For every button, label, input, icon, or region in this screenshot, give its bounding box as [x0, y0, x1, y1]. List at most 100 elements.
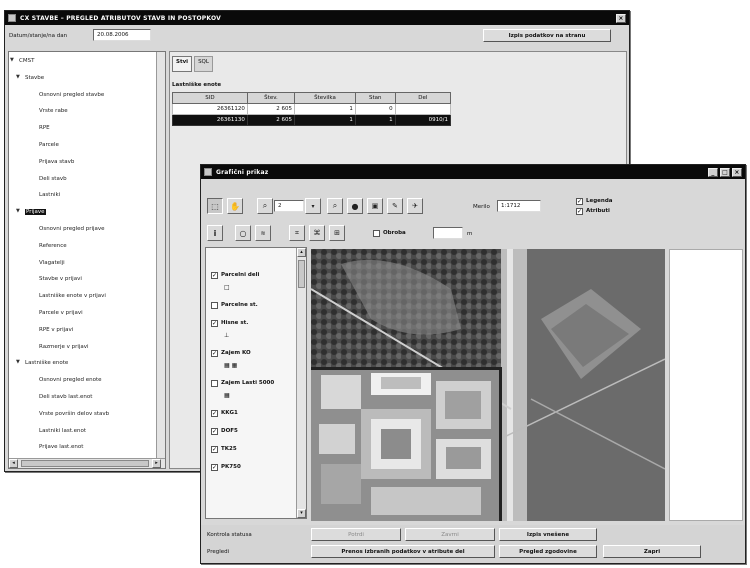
zavrni-button[interactable]: Zavrni [405, 528, 495, 541]
tool-c-icon[interactable]: ⊞ [329, 225, 345, 241]
tree-toggle-icon[interactable]: ▼ [16, 208, 20, 214]
column-header[interactable]: Številka [294, 92, 356, 104]
tree-item[interactable]: Lastniške enote v prijavi [39, 293, 106, 299]
main-window-titlebar[interactable]: CX STAVBE – PREGLED ATRIBUTOV STAVB IN P… [5, 11, 629, 25]
zoom-out-icon[interactable]: ⌕ [327, 198, 343, 214]
layer-checkbox[interactable] [211, 302, 218, 309]
scroll-thumb[interactable] [21, 460, 149, 467]
layer-label: KKG1 [221, 410, 238, 416]
navigation-tree: ▼ CMST ▼ Stavbe Osnovni pregled stavbe Vrste … [9, 52, 158, 458]
tree-toggle-icon[interactable]: ▼ [10, 57, 14, 63]
layer-checkbox[interactable]: ✓ [211, 350, 218, 357]
map-canvas[interactable] [311, 249, 665, 521]
tree-item[interactable]: RPE v prijavi [39, 327, 73, 333]
maximize-icon[interactable]: □ [720, 167, 730, 177]
minimize-icon[interactable]: _ [708, 167, 718, 177]
app-icon [8, 14, 16, 22]
tree-item[interactable]: CMST [19, 58, 34, 64]
layers-scroll-thumb[interactable] [298, 260, 305, 288]
bottom-bar: Kontrola statusa Potrdi Zavrni Izpis vne… [201, 525, 745, 563]
tree-item[interactable]: Prijave [25, 209, 46, 216]
layer-checkbox[interactable]: ✓ [211, 410, 218, 417]
layers-scroll-up-icon[interactable]: ▴ [297, 248, 306, 257]
zapri-button[interactable]: Zapri [603, 545, 701, 558]
layers-scroll-down-icon[interactable]: ▾ [297, 509, 306, 518]
tree-toggle-icon[interactable]: ▼ [16, 359, 20, 365]
tool-b-icon[interactable]: ⌘ [309, 225, 325, 241]
atributi-checkbox[interactable]: ✓ [576, 208, 583, 215]
tree-item[interactable]: Vrste površin delov stavb [39, 411, 109, 417]
layer-checkbox[interactable]: ✓ [211, 428, 218, 435]
tree-item[interactable]: Vrste rabe [39, 108, 68, 114]
edit-icon[interactable]: ✎ [387, 198, 403, 214]
select-icon[interactable]: ⬚ [207, 198, 223, 214]
table-row[interactable]: 26361130 2 605 1 1 0910/1 [172, 114, 452, 126]
tree-item[interactable]: Stavbe v prijavi [39, 276, 82, 282]
date-field[interactable]: 20.08.2006 [93, 29, 151, 41]
table-cell: 2 605 [246, 103, 296, 115]
scroll-left-icon[interactable]: ◂ [9, 459, 18, 468]
tree-item[interactable]: Razmerje v prijavi [39, 344, 89, 350]
map-close-icon[interactable]: × [732, 167, 742, 177]
tool-a-icon[interactable]: ⌗ [289, 225, 305, 241]
tree-item[interactable]: Lastniki [39, 192, 60, 198]
zoom-icon[interactable]: ⌕ [257, 198, 273, 214]
tree-item[interactable]: Prijava stavb [39, 159, 74, 165]
tree-item[interactable]: Vlagatelji [39, 260, 65, 266]
tree-item[interactable]: Parcele [39, 142, 59, 148]
column-header[interactable]: Del [394, 92, 452, 104]
tree-item[interactable]: Deli stavb last.enot [39, 394, 92, 400]
layers-vscrollbar[interactable]: ▴ ▾ [296, 248, 306, 518]
scroll-right-icon[interactable]: ▸ [152, 459, 161, 468]
table-cell: 1 [294, 103, 356, 115]
map-window-titlebar[interactable]: Grafični prikaz _ □ × [201, 165, 745, 179]
tree-item[interactable]: Osnovni pregled stavbe [39, 92, 104, 98]
tree-item[interactable]: Osnovni pregled prijave [39, 226, 105, 232]
layer-checkbox[interactable]: ✓ [211, 320, 218, 327]
tab-sql[interactable]: SQL [194, 56, 213, 72]
column-header[interactable]: Stan [354, 92, 396, 104]
tree-item[interactable]: Reference [39, 243, 67, 249]
pregled-zgodovine-button[interactable]: Pregled zgodovine [499, 545, 597, 558]
tree-item[interactable]: RPE [39, 125, 50, 131]
column-header[interactable]: SID [172, 92, 248, 104]
izpis-vnesene-button[interactable]: Izpis vnešene [499, 528, 597, 541]
print-button[interactable]: Izpis podatkov na stranu [483, 29, 611, 42]
obroba-checkbox[interactable] [373, 230, 380, 237]
column-header[interactable]: Štev. [246, 92, 296, 104]
tab-stvi[interactable]: Stvi [172, 56, 193, 72]
layer-checkbox[interactable]: ✓ [211, 446, 218, 453]
tree-item[interactable]: Lastniki last.enot [39, 428, 86, 434]
info-icon[interactable]: i [207, 225, 223, 241]
tree-toggle-icon[interactable]: ▼ [16, 74, 20, 80]
zoom-level-field[interactable]: 2 [274, 200, 304, 212]
tree-item[interactable]: Lastniške enote [25, 360, 68, 366]
close-icon[interactable]: × [616, 13, 626, 23]
layers-icon[interactable]: ● [347, 198, 363, 214]
window-icon[interactable]: ▣ [367, 198, 383, 214]
bird-icon[interactable]: ✈ [407, 198, 423, 214]
merilo-field[interactable]: 1:1712 [497, 200, 541, 212]
table-cell [394, 103, 452, 115]
prenos-button[interactable]: Prenos izbranih podatkov v atribute del [311, 545, 495, 558]
tree-item[interactable]: Stavbe [25, 75, 44, 81]
legend-checkbox[interactable]: ✓ [576, 198, 583, 205]
obroba-field[interactable] [433, 227, 463, 239]
pan-icon[interactable]: ✋ [227, 198, 243, 214]
circle-icon[interactable]: ○ [235, 225, 251, 241]
tree-item[interactable]: Deli stavb [39, 176, 67, 182]
layer-checkbox[interactable] [211, 380, 218, 387]
layer-label: DOF5 [221, 428, 238, 434]
layer-checkbox[interactable]: ✓ [211, 272, 218, 279]
tree-hscrollbar[interactable]: ◂ ▸ [9, 458, 165, 468]
obroba-unit: m [467, 231, 473, 237]
layer-checkbox[interactable]: ✓ [211, 464, 218, 471]
tree-item[interactable]: Osnovni pregled enote [39, 377, 102, 383]
potrdi-button[interactable]: Potrdi [311, 528, 401, 541]
tree-item[interactable]: Prijave last.enot [39, 444, 83, 450]
tree-item[interactable]: Parcele v prijavi [39, 310, 83, 316]
measure-icon[interactable]: ≋ [255, 225, 271, 241]
dropdown-icon[interactable]: ▾ [305, 198, 321, 214]
tree-vscrollbar[interactable] [156, 52, 165, 458]
table-row[interactable]: 26361120 2 605 1 0 [172, 103, 452, 115]
